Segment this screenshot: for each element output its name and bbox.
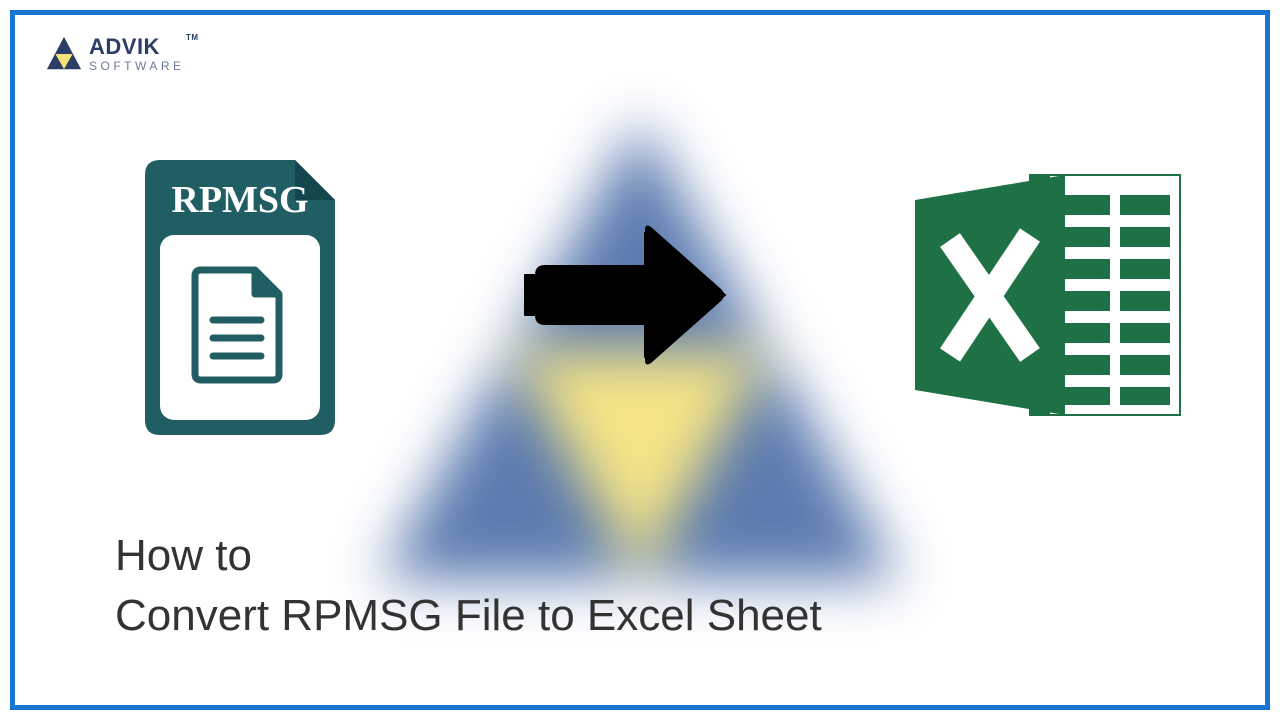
conversion-row: RPMSG (15, 145, 1265, 445)
logo-triangle-icon (45, 35, 83, 73)
brand-subtitle: SOFTWARE (89, 60, 185, 72)
frame: ADVIK TM SOFTWARE RPMSG (10, 10, 1270, 710)
title-line-1: How to (115, 526, 822, 585)
trademark: TM (186, 34, 199, 42)
brand-name: ADVIK TM (89, 36, 185, 58)
brand-logo: ADVIK TM SOFTWARE (45, 35, 185, 73)
title-line-2: Convert RPMSG File to Excel Sheet (115, 586, 822, 645)
arrow-right-icon (515, 215, 735, 375)
excel-icon (895, 155, 1195, 435)
rpmsg-file-icon: RPMSG (125, 150, 355, 440)
page-title: How to Convert RPMSG File to Excel Sheet (115, 526, 822, 645)
rpmsg-label: RPMSG (171, 179, 308, 221)
